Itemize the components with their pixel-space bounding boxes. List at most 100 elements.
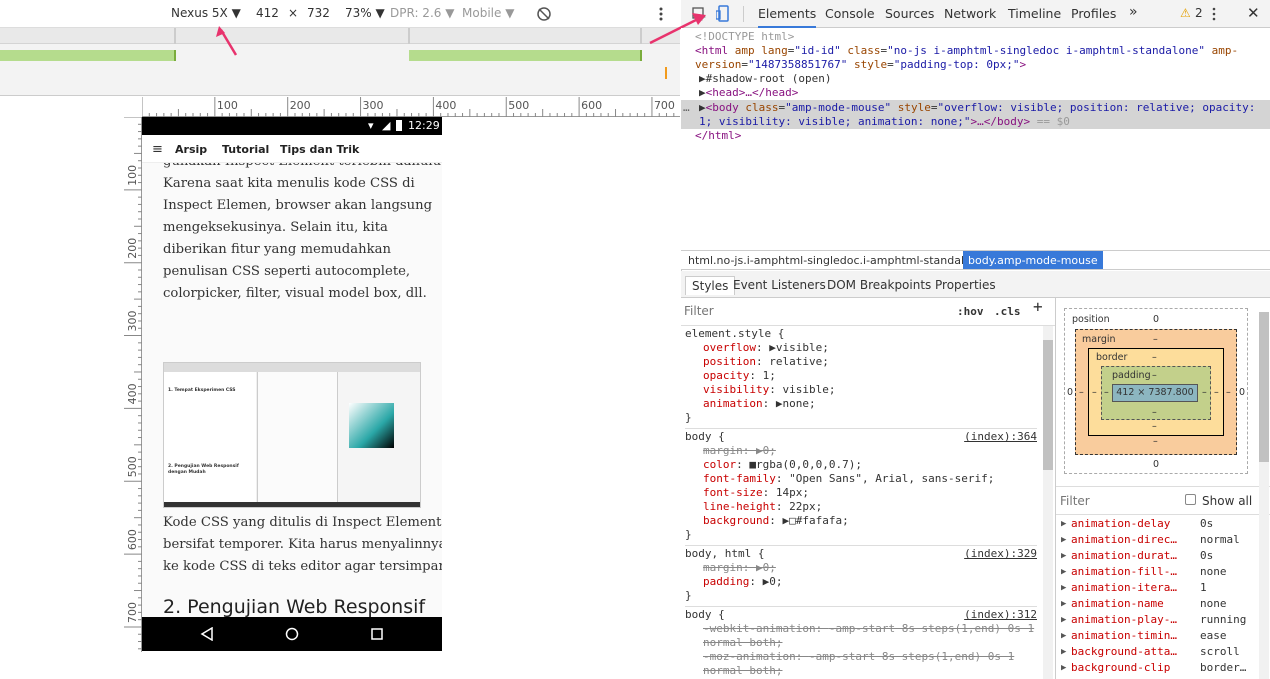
show-all-checkbox[interactable] — [1185, 494, 1196, 505]
css-rule-source[interactable]: (index):364 — [964, 430, 1037, 444]
css-rule[interactable]: body {(index):312 -webkit-animation: -amp… — [685, 607, 1037, 679]
expand-arrow-icon[interactable]: ▶ — [1061, 532, 1066, 548]
content-box[interactable]: 412 × 7387.800 — [1112, 384, 1198, 402]
computed-property[interactable]: ▶ animation-itera… 1 — [1056, 580, 1270, 596]
dom-shadow-root[interactable]: ▶#shadow-root (open) — [699, 72, 831, 86]
expand-arrow-icon[interactable]: ▶ — [1061, 548, 1066, 564]
expand-arrow-icon[interactable]: ▶ — [1061, 580, 1066, 596]
breadcrumb-body[interactable]: body.amp-mode-mouse — [963, 251, 1103, 269]
css-selector[interactable]: element.style { — [685, 327, 1037, 341]
styles-scrollbar[interactable] — [1043, 326, 1053, 679]
tab-sources[interactable]: Sources — [885, 6, 934, 21]
computed-property[interactable]: ▶ animation-durat… 0s — [1056, 548, 1270, 564]
hover-state-button[interactable]: :hov — [957, 305, 984, 319]
css-property[interactable]: padding: ▶0; — [685, 575, 1037, 589]
border-box[interactable]: border – – – – padding – – – – 412 × 738… — [1088, 348, 1224, 436]
rotate-icon[interactable] — [536, 6, 552, 22]
tab-timeline[interactable]: Timeline — [1008, 6, 1061, 21]
computed-property[interactable]: ▶ animation-delay 0s — [1056, 516, 1270, 532]
css-property[interactable]: color: ■rgba(0,0,0,0.7); — [685, 458, 1037, 472]
dom-head-node[interactable]: ▶<head>…</head> — [699, 86, 798, 100]
computed-property[interactable]: ▶ background-atta… scroll — [1056, 644, 1270, 660]
class-toggle-button[interactable]: .cls — [994, 305, 1021, 319]
box-model-diagram[interactable]: position 0 0 0 0 margin – – – – border –… — [1064, 308, 1248, 474]
media-query-bar-top[interactable] — [0, 28, 680, 44]
css-property[interactable]: -webkit-animation: -amp-start 8s steps(1… — [685, 622, 1037, 650]
expand-arrow-icon[interactable]: ▶ — [1061, 644, 1066, 660]
dom-tree[interactable]: <!DOCTYPE html> <html amp lang="id-id" c… — [681, 28, 1270, 250]
recents-icon[interactable] — [370, 627, 384, 641]
css-property[interactable]: position: relative; — [685, 355, 1037, 369]
css-property[interactable]: margin: ▶0; — [685, 444, 1037, 458]
computed-property[interactable]: ▶ background-clip border… — [1056, 660, 1270, 676]
tab-dom-breakpoints[interactable]: DOM Breakpoints — [827, 278, 931, 292]
css-rule-source[interactable]: (index):312 — [964, 608, 1037, 622]
tab-properties[interactable]: Properties — [935, 278, 996, 292]
media-query-range-right[interactable] — [409, 50, 642, 61]
height-input[interactable]: 732 — [307, 6, 330, 20]
computed-property[interactable]: ▶ animation-timin… ease — [1056, 628, 1270, 644]
home-icon[interactable] — [285, 627, 299, 641]
margin-box[interactable]: margin – – – – border – – – – padding – … — [1075, 329, 1237, 455]
css-rule[interactable]: body {(index):364 margin: ▶0; color: ■rgba… — [685, 429, 1037, 546]
css-rule[interactable]: body, html {(index):329 margin: ▶0; paddin… — [685, 546, 1037, 607]
nav-item-arsip[interactable]: Arsip — [175, 143, 207, 156]
tab-styles[interactable]: Styles — [685, 276, 736, 295]
css-property[interactable]: background: ▶□#fafafa; — [685, 514, 1037, 528]
expand-arrow-icon[interactable]: ▶ — [1061, 564, 1066, 580]
dpr-select[interactable]: DPR: 2.6 ▼ — [390, 6, 454, 20]
expand-arrow-icon[interactable]: ▶ — [1061, 596, 1066, 612]
caret-down-icon: ▼ — [231, 6, 241, 20]
tab-elements[interactable]: Elements — [758, 6, 817, 28]
css-property[interactable]: margin: ▶0; — [685, 561, 1037, 575]
styles-filter-input[interactable] — [684, 304, 884, 318]
dom-body-node-selected[interactable]: … ▶<body class="amp-mode-mouse" style="o… — [681, 100, 1270, 129]
devtools-menu-icon[interactable] — [1211, 6, 1217, 22]
expand-arrow-icon[interactable]: ▶ — [699, 86, 706, 99]
dom-html-close[interactable]: </html> — [695, 129, 741, 143]
hamburger-menu-icon[interactable]: ≡ — [152, 142, 163, 157]
css-property[interactable]: line-height: 22px; — [685, 500, 1037, 514]
css-property[interactable]: opacity: 1; — [685, 369, 1037, 383]
expand-arrow-icon[interactable]: ▶ — [699, 72, 706, 85]
tab-console[interactable]: Console — [825, 6, 875, 21]
more-tabs-button[interactable]: » — [1129, 4, 1138, 20]
css-property[interactable]: font-size: 14px; — [685, 486, 1037, 500]
back-icon[interactable] — [200, 627, 214, 641]
computed-property[interactable]: ▶ animation-fill-… none — [1056, 564, 1270, 580]
breadcrumb-html[interactable]: html.no-js.i-amphtml-singledoc.i-amphtml… — [688, 254, 985, 267]
tab-network[interactable]: Network — [944, 6, 996, 21]
computed-property[interactable]: ▶ animation-play-… running — [1056, 612, 1270, 628]
close-devtools-icon[interactable]: ✕ — [1247, 4, 1260, 22]
computed-property[interactable]: ▶ animation-direc… normal — [1056, 532, 1270, 548]
css-property[interactable]: animation: ▶none; — [685, 397, 1037, 411]
tab-profiles[interactable]: Profiles — [1071, 6, 1116, 21]
css-property[interactable]: -moz-animation: -amp-start 8s steps(1,en… — [685, 650, 1037, 678]
css-rule-source[interactable]: (index):329 — [964, 547, 1037, 561]
css-property[interactable]: visibility: visible; — [685, 383, 1037, 397]
dom-html-node[interactable]: <html amp lang="id-id" class="no-js i-am… — [695, 44, 1255, 72]
nav-item-tips[interactable]: Tips dan Trik — [280, 143, 359, 156]
computed-filter-input[interactable] — [1060, 494, 1170, 508]
expand-arrow-icon[interactable]: ▶ — [1061, 628, 1066, 644]
new-rule-icon[interactable]: + — [1033, 299, 1043, 315]
expand-arrow-icon[interactable]: ▶ — [1061, 660, 1066, 676]
zoom-select[interactable]: 73% ▼ — [345, 6, 385, 20]
device-select[interactable]: Nexus 5X ▼ — [171, 6, 241, 20]
expand-arrow-icon[interactable]: ▶ — [1061, 516, 1066, 532]
expand-arrow-icon[interactable]: ▶ — [1061, 612, 1066, 628]
tab-event-listeners[interactable]: Event Listeners — [733, 278, 826, 292]
device-toggle-icon[interactable] — [716, 5, 730, 23]
computed-property[interactable]: ▶ animation-name none — [1056, 596, 1270, 612]
nav-item-tutorial[interactable]: Tutorial — [222, 143, 269, 156]
warning-icon[interactable]: ⚠ — [1180, 6, 1191, 20]
warning-count[interactable]: 2 — [1195, 6, 1203, 20]
mode-select[interactable]: Mobile ▼ — [462, 6, 514, 20]
padding-box[interactable]: padding – – – – 412 × 7387.800 — [1101, 366, 1211, 420]
media-query-range-left[interactable] — [0, 50, 176, 61]
dom-doctype[interactable]: <!DOCTYPE html> — [695, 30, 794, 44]
width-input[interactable]: 412 — [256, 6, 279, 20]
css-property[interactable]: overflow: ▶visible; — [685, 341, 1037, 355]
css-property[interactable]: font-family: "Open Sans", Arial, sans-se… — [685, 472, 1037, 486]
css-rule[interactable]: element.style {overflow: ▶visible; positi… — [685, 326, 1037, 429]
